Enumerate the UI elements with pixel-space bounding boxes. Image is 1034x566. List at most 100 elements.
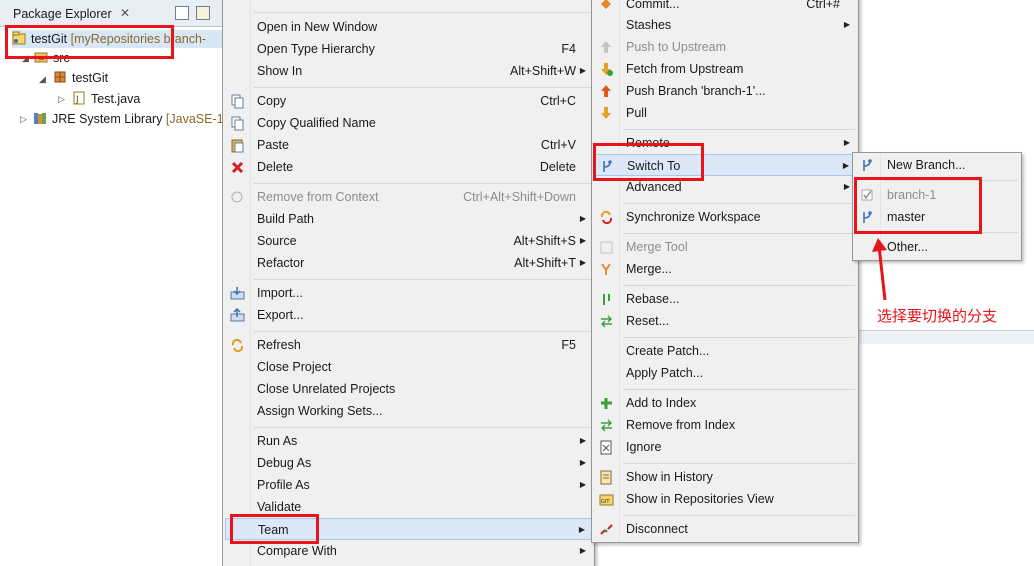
tree-item-test-java[interactable]: J Test.java <box>72 90 140 108</box>
menu-item-advanced[interactable]: Advanced ▶ <box>594 176 856 198</box>
menu-item-remove-from-index[interactable]: Remove from Index <box>594 414 856 436</box>
menu-item-label: master <box>887 210 926 224</box>
menu-item-close-unrelated-projects[interactable]: Close Unrelated Projects <box>225 378 592 400</box>
menu-item-label: Stashes <box>626 18 672 32</box>
menu-item-open-type-hierarchy[interactable]: Open Type Hierarchy F4 <box>225 38 592 60</box>
collapse-all-icon[interactable] <box>175 6 189 20</box>
menu-item-close-project[interactable]: Close Project <box>225 356 592 378</box>
expanded-arrow-icon[interactable]: ◢ <box>22 53 29 64</box>
editor-divider <box>858 330 1034 344</box>
copy-qualified-icon <box>231 116 244 131</box>
menu-item-label: Compare With <box>257 544 337 558</box>
menu-item-label: Delete <box>257 160 294 174</box>
menu-item-commit[interactable]: Commit... Ctrl+# <box>594 0 856 15</box>
menu-item-refactor[interactable]: Refactor Alt+Shift+T ▶ <box>225 252 592 274</box>
menu-item-show-in-repositories-view[interactable]: GIT Show in Repositories View <box>594 488 856 510</box>
menu-item-label: Rebase... <box>626 292 680 306</box>
menu-item-show-in-history[interactable]: Show in History <box>594 466 856 488</box>
menu-item-assign-working-sets[interactable]: Assign Working Sets... <box>225 400 592 422</box>
menu-item-compare-with[interactable]: Compare With ▶ <box>225 540 592 562</box>
menu-item-remote[interactable]: Remote ▶ <box>594 132 856 154</box>
menu-item-label: Close Project <box>257 360 332 374</box>
tree-item-label: JRE System Library <box>52 112 163 126</box>
menu-item-fetch-from-upstream[interactable]: Fetch from Upstream <box>594 58 856 80</box>
menu-item-label: Run As <box>257 434 298 448</box>
menu-item-disconnect[interactable]: Disconnect <box>594 518 856 540</box>
menu-item-merge-tool[interactable]: Merge Tool <box>594 236 856 258</box>
menu-item-export[interactable]: Export... <box>225 304 592 326</box>
remove-index-icon <box>601 419 612 432</box>
menu-item-label: Ignore <box>626 440 662 454</box>
menu-separator <box>884 180 1018 181</box>
menu-item-shortcut: Ctrl+# <box>806 0 840 11</box>
menu-item-import[interactable]: Import... <box>225 282 592 304</box>
menu-item-partial <box>225 0 592 1</box>
menu-item-copy-qualified-name[interactable]: Copy Qualified Name <box>225 112 592 134</box>
copy-icon <box>231 94 244 109</box>
remove-context-icon <box>231 191 243 203</box>
menu-item-source[interactable]: Source Alt+Shift+S ▶ <box>225 230 592 252</box>
menu-item-stashes[interactable]: Stashes ▶ <box>594 14 856 36</box>
menu-item-label: Remove from Index <box>626 418 736 432</box>
menu-item-merge[interactable]: Merge... <box>594 258 856 280</box>
submenu-arrow-icon: ▶ <box>579 480 586 489</box>
menu-item-rebase[interactable]: Rebase... <box>594 288 856 310</box>
menu-item-branch-1[interactable]: branch-1 <box>855 184 1019 206</box>
tree-item-jre[interactable]: JRE System Library [JavaSE-1 <box>33 110 224 128</box>
ignore-icon <box>600 440 612 455</box>
link-editor-icon[interactable] <box>196 6 210 20</box>
menu-item-debug-as[interactable]: Debug As ▶ <box>225 452 592 474</box>
menu-item-label: Team <box>258 523 289 537</box>
expanded-arrow-icon[interactable]: ◢ <box>39 74 46 85</box>
menu-item-profile-as[interactable]: Profile As ▶ <box>225 474 592 496</box>
menu-item-master[interactable]: master <box>855 206 1019 228</box>
submenu-arrow-icon: ▶ <box>579 436 586 445</box>
push-branch-icon <box>601 85 611 97</box>
menu-item-refresh[interactable]: Refresh F5 <box>225 334 592 356</box>
menu-item-open-in-new-window[interactable]: Open in New Window <box>225 16 592 38</box>
submenu-arrow-icon: ▶ <box>579 214 586 223</box>
menu-item-switch-to[interactable]: Switch To ▶ <box>594 154 856 176</box>
tree-item-testgit-package[interactable]: testGit <box>53 69 108 87</box>
tree-item-src[interactable]: src <box>34 49 70 67</box>
menu-item-synchronize-workspace[interactable]: Synchronize Workspace <box>594 206 856 228</box>
menu-item-label: Refactor <box>257 256 305 270</box>
menu-item-apply-patch[interactable]: Apply Patch... <box>594 362 856 384</box>
menu-item-push-branch[interactable]: Push Branch 'branch-1'... <box>594 80 856 102</box>
menu-item-ignore[interactable]: Ignore <box>594 436 856 458</box>
collapsed-arrow-icon[interactable]: ▷ <box>58 94 65 105</box>
menu-item-shortcut: F5 <box>561 338 576 352</box>
tree-item-decoration: [myRepositories branch- <box>67 32 207 46</box>
menu-item-delete[interactable]: Delete Delete <box>225 156 592 178</box>
menu-item-label: Add to Index <box>626 396 697 410</box>
menu-item-copy[interactable]: Copy Ctrl+C <box>225 90 592 112</box>
menu-item-shortcut: Ctrl+Alt+Shift+Down <box>463 190 576 204</box>
menu-item-reset[interactable]: Reset... <box>594 310 856 332</box>
menu-item-build-path[interactable]: Build Path ▶ <box>225 208 592 230</box>
menu-item-pull[interactable]: Pull <box>594 102 856 124</box>
menu-item-remove-from-context[interactable]: Remove from Context Ctrl+Alt+Shift+Down <box>225 186 592 208</box>
close-icon[interactable]: ✕ <box>120 6 130 20</box>
project-context-menu: Open in New Window Open Type Hierarchy F4… <box>222 0 595 566</box>
merge-tool-icon <box>600 241 613 254</box>
menu-item-validate[interactable]: Validate <box>225 496 592 518</box>
menu-item-label: Synchronize Workspace <box>626 210 761 224</box>
menu-item-run-as[interactable]: Run As ▶ <box>225 430 592 452</box>
menu-item-paste[interactable]: Paste Ctrl+V <box>225 134 592 156</box>
submenu-arrow-icon: ▶ <box>579 66 586 75</box>
menu-item-label: Export... <box>257 308 304 322</box>
explorer-tab-title[interactable]: Package Explorer <box>13 7 112 21</box>
menu-item-team[interactable]: Team ▶ <box>225 518 592 540</box>
menu-item-push-to-upstream[interactable]: Push to Upstream <box>594 36 856 58</box>
menu-item-label: Fetch from Upstream <box>626 62 744 76</box>
menu-item-new-branch[interactable]: New Branch... <box>855 154 1019 176</box>
menu-item-add-to-index[interactable]: Add to Index <box>594 392 856 414</box>
menu-item-label: Profile As <box>257 478 310 492</box>
menu-item-show-in[interactable]: Show In Alt+Shift+W ▶ <box>225 60 592 82</box>
explorer-tab-bar: Package Explorer ✕ <box>0 0 222 27</box>
collapsed-arrow-icon[interactable]: ▷ <box>20 114 27 125</box>
history-icon <box>600 470 612 485</box>
menu-item-create-patch[interactable]: Create Patch... <box>594 340 856 362</box>
menu-separator <box>884 232 1018 233</box>
tree-item-testgit-project[interactable]: testGit [myRepositories branch- <box>12 30 222 48</box>
